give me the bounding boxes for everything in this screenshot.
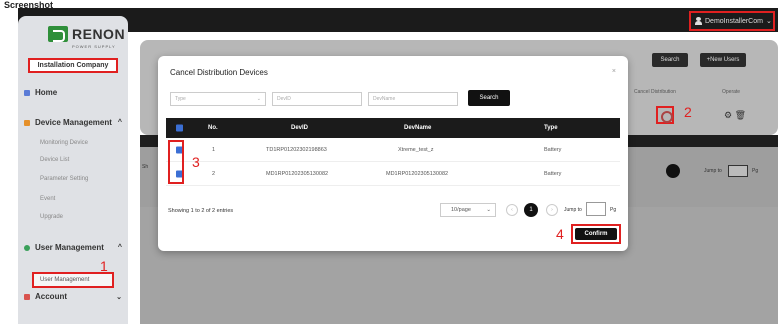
chevron-down-icon: ⌄ xyxy=(256,96,261,102)
sidebar-item-user-management[interactable]: User Management ^ xyxy=(24,243,122,252)
device-icon xyxy=(24,119,30,126)
sidebar-subitem-user-management[interactable]: User Management xyxy=(32,272,114,288)
cancel-distribution-modal: Cancel Distribution Devices × Type ⌄ Dev… xyxy=(158,56,628,251)
modal-title: Cancel Distribution Devices xyxy=(170,68,268,77)
cell-devname: MD1RP01202305130082 xyxy=(386,170,449,177)
sidebar-subitem-upgrade[interactable]: Upgrade xyxy=(40,214,63,220)
cell-type: Battery xyxy=(544,146,562,153)
table-header: No. DevID DevName Type xyxy=(166,118,620,138)
logo: RENON xyxy=(48,26,125,42)
devid-placeholder: DevID xyxy=(277,96,291,102)
step-number-1: 1 xyxy=(100,258,108,274)
bg-col-cancel: Cancel Distribution xyxy=(634,89,676,95)
sidebar-item-label: Device Management xyxy=(35,118,112,127)
sidebar-item-account[interactable]: Account ⌄ xyxy=(24,292,122,301)
user-icon xyxy=(695,17,702,25)
operate-icons[interactable]: ⚙ 🗑 xyxy=(724,110,746,121)
bg-col-operate: Operate xyxy=(722,89,741,95)
user-name: DemoInstallerCom xyxy=(705,17,763,25)
bg-page-current[interactable] xyxy=(666,164,680,178)
cell-devid: MD1RP01202305130082 xyxy=(266,170,329,177)
chevron-down-icon: ⌄ xyxy=(116,293,122,301)
confirm-highlight: Confirm xyxy=(571,224,621,244)
brand-tagline: POWER SUPPLY xyxy=(72,44,116,49)
account-icon xyxy=(24,293,30,300)
bg-new-users-button[interactable]: +New Users xyxy=(700,53,746,67)
table-row[interactable]: 2 MD1RP01202305130082 MD1RP0120230513008… xyxy=(166,162,620,186)
confirm-button[interactable]: Confirm xyxy=(575,228,617,240)
chevron-down-icon: ⌄ xyxy=(765,18,772,25)
jump-input[interactable] xyxy=(586,202,606,216)
col-devid: DevID xyxy=(291,125,309,131)
sidebar-item-home[interactable]: Home xyxy=(24,88,122,97)
step-number-4: 4 xyxy=(556,226,564,242)
step-number-2: 2 xyxy=(684,104,692,120)
user-menu[interactable]: DemoInstallerCom ⌄ xyxy=(689,11,775,31)
logo-icon xyxy=(48,26,68,42)
sidebar: RENON POWER SUPPLY Installation Company … xyxy=(18,16,128,324)
devname-input[interactable]: DevName xyxy=(368,92,458,106)
cell-type: Battery xyxy=(544,170,562,177)
type-select[interactable]: Type ⌄ xyxy=(170,92,266,106)
cell-no: 2 xyxy=(212,170,216,177)
col-devname: DevName xyxy=(404,125,432,131)
next-page-icon[interactable]: › xyxy=(546,204,558,216)
sidebar-subitem-event[interactable]: Event xyxy=(40,196,55,202)
bg-showing-snip: Sh xyxy=(142,164,149,170)
type-placeholder: Type xyxy=(175,96,186,102)
jump-label: Jump to xyxy=(564,207,582,213)
brand-name: RENON xyxy=(72,26,126,42)
user-group-icon xyxy=(24,244,30,251)
showing-entries: Showing 1 to 2 of 2 entries xyxy=(168,208,234,214)
select-all-checkbox[interactable] xyxy=(176,124,183,132)
pg-label: Pg xyxy=(610,207,617,213)
col-no: No. xyxy=(208,125,218,131)
sidebar-subitem-monitoring[interactable]: Monitoring Device xyxy=(40,140,88,146)
cell-devname: Xtreme_test_z xyxy=(398,146,434,153)
step-number-3: 3 xyxy=(192,154,200,170)
prev-page-icon[interactable]: ‹ xyxy=(506,204,518,216)
sidebar-item-device-management[interactable]: Device Management ^ xyxy=(24,118,122,127)
sidebar-subitem-parameter[interactable]: Parameter Setting xyxy=(40,176,88,182)
sidebar-subitem-device-list[interactable]: Device List xyxy=(40,157,69,163)
top-bar xyxy=(18,8,778,32)
table-row[interactable]: 1 TD1RP01202302198863 Xtreme_test_z Batt… xyxy=(166,138,620,162)
home-icon xyxy=(24,89,30,96)
cell-no: 1 xyxy=(212,146,216,153)
bg-jump-label: Jump to xyxy=(704,168,722,174)
sidebar-item-label: Home xyxy=(35,88,58,97)
chevron-up-icon: ^ xyxy=(117,244,122,251)
cancel-distribution-icon[interactable] xyxy=(656,106,674,124)
sidebar-item-label: User Management xyxy=(35,243,104,252)
bg-jump-input[interactable] xyxy=(728,165,748,177)
bg-pg-label: Pg xyxy=(752,168,759,174)
bg-search-button[interactable]: Search xyxy=(652,53,688,67)
search-button[interactable]: Search xyxy=(468,90,510,106)
company-label[interactable]: Installation Company xyxy=(28,58,118,73)
cell-devid: TD1RP01202302198863 xyxy=(266,146,327,153)
devid-input[interactable]: DevID xyxy=(272,92,362,106)
per-page-value: 10/page xyxy=(451,207,471,213)
chevron-down-icon: ⌄ xyxy=(486,207,491,213)
checkbox-highlight xyxy=(168,140,184,184)
page-current[interactable]: 1 xyxy=(524,203,538,217)
close-icon[interactable]: × xyxy=(612,68,616,75)
col-type: Type xyxy=(544,125,558,131)
chevron-up-icon: ^ xyxy=(117,119,122,126)
sidebar-item-label: Account xyxy=(35,292,67,301)
per-page-select[interactable]: 10/page ⌄ xyxy=(440,203,496,217)
devname-placeholder: DevName xyxy=(373,96,396,102)
